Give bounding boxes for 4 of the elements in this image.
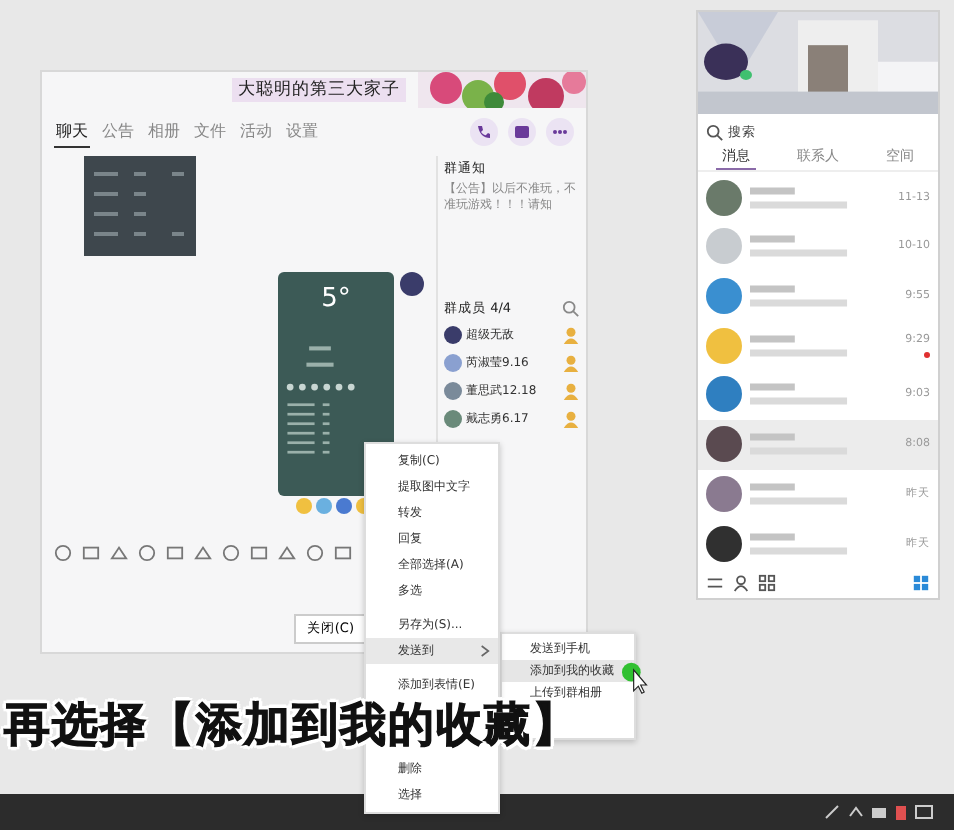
caption-text: 再选择【添加到我的收藏】 — [4, 704, 580, 750]
temperature-text: 5° — [321, 284, 351, 314]
window-title: 大聪明的第三大家子 — [232, 78, 406, 102]
tab[interactable]: 聊天 — [54, 116, 90, 148]
